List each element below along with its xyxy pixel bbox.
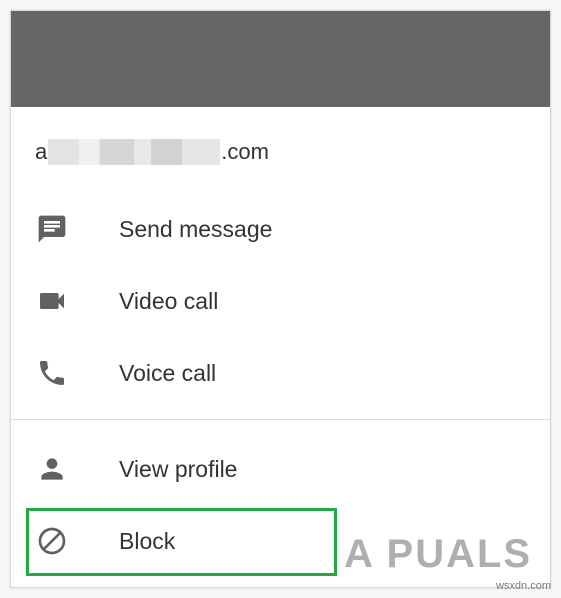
person-icon (35, 452, 69, 486)
menu-item-view-profile[interactable]: View profile (11, 433, 550, 505)
menu-item-label: Video call (119, 287, 219, 314)
menu-item-label: Send message (119, 215, 273, 242)
site-watermark: wsxdn.com (495, 580, 551, 592)
email-redaction (48, 139, 221, 165)
contact-header (11, 11, 550, 107)
message-icon (35, 212, 69, 246)
phone-icon (35, 356, 69, 390)
contact-menu-card: a .com Send message Video call Voice cal… (10, 10, 551, 588)
menu-item-label: View profile (119, 455, 238, 482)
email-prefix: a (35, 139, 48, 164)
menu-item-video-call[interactable]: Video call (11, 265, 550, 337)
menu-item-label: Voice call (119, 359, 217, 386)
menu-item-voice-call[interactable]: Voice call (11, 337, 550, 409)
watermark-brand: A PUALS (344, 531, 533, 576)
menu-divider (11, 419, 550, 420)
contact-email: a .com (35, 137, 269, 167)
block-highlight-box (26, 508, 337, 576)
video-camera-icon (35, 284, 69, 318)
menu-item-send-message[interactable]: Send message (11, 193, 550, 265)
screenshot-frame: a .com Send message Video call Voice cal… (0, 0, 561, 598)
appuals-watermark: A PUALS (344, 526, 532, 582)
email-suffix: .com (221, 139, 269, 164)
